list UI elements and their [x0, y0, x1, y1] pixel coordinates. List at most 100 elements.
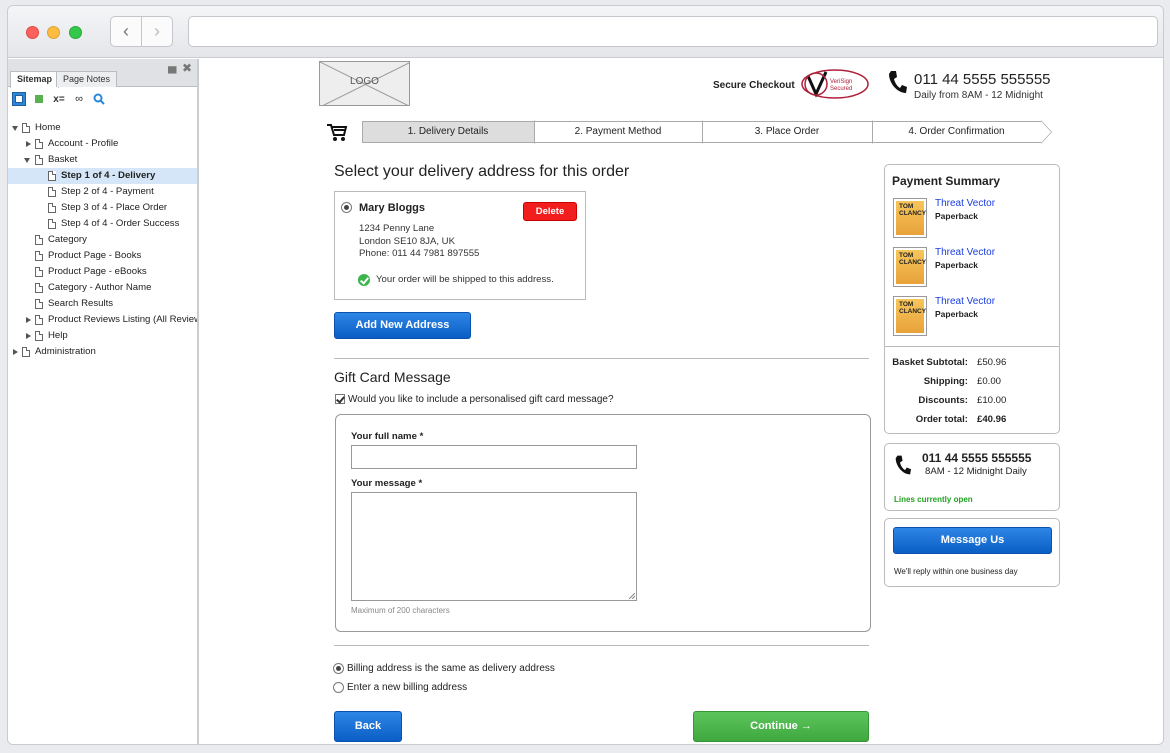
subtotal-value: £50.96: [977, 357, 1007, 368]
phone-icon: [895, 455, 911, 475]
page-icon: [22, 123, 30, 133]
book-title-link[interactable]: Threat Vector: [935, 198, 995, 209]
step-delivery-details[interactable]: 1. Delivery Details: [362, 120, 545, 144]
message-us-button[interactable]: Message Us: [893, 527, 1052, 554]
close-window-button[interactable]: [26, 26, 39, 39]
expand-arrow-icon[interactable]: [26, 333, 31, 339]
add-page-icon[interactable]: [32, 92, 46, 106]
book-format: Paperback: [935, 260, 978, 270]
tree-item-category[interactable]: Category: [8, 232, 197, 248]
billing-new-radio[interactable]: [333, 682, 344, 693]
billing-same-radio[interactable]: [333, 663, 344, 674]
address-radio[interactable]: [341, 202, 352, 213]
book-cover-image: TOM CLANCY: [893, 296, 927, 336]
tree-item-step2-payment[interactable]: Step 2 of 4 - Payment: [8, 184, 197, 200]
gift-message-checkbox-label: Would you like to include a personalised…: [348, 394, 614, 405]
page-icon: [35, 331, 43, 341]
tree-item-help[interactable]: Help: [8, 328, 197, 344]
minimize-window-button[interactable]: [47, 26, 60, 39]
tree-item-product-books[interactable]: Product Page - Books: [8, 248, 197, 264]
tree-item-home[interactable]: Home: [8, 120, 197, 136]
message-panel: Message Us We'll reply within one busine…: [884, 518, 1060, 587]
tree-label: Home: [35, 122, 61, 133]
continue-button[interactable]: Continue →: [693, 711, 869, 742]
discounts-label: Discounts:: [918, 395, 968, 406]
expand-arrow-icon[interactable]: [24, 158, 30, 163]
sidebar-toolbar: x= ∞: [8, 87, 197, 111]
book-format: Paperback: [935, 211, 978, 221]
full-name-input[interactable]: [351, 445, 637, 469]
expand-arrow-icon[interactable]: [26, 141, 31, 147]
book-cover-text: TOM CLANCY: [896, 299, 926, 333]
page-icon: [48, 187, 56, 197]
book-title-link[interactable]: Threat Vector: [935, 247, 995, 258]
tree-label: Step 4 of 4 - Order Success: [61, 218, 180, 229]
pages-view-icon[interactable]: [12, 92, 26, 106]
gift-message-checkbox[interactable]: [335, 394, 345, 404]
tree-item-step1-delivery[interactable]: Step 1 of 4 - Delivery: [8, 168, 197, 184]
tree-item-product-reviews[interactable]: Product Reviews Listing (All Reviews): [8, 312, 197, 328]
step-place-order[interactable]: 3. Place Order: [702, 120, 883, 144]
book-cover-image: TOM CLANCY: [893, 198, 927, 238]
minimize-panel-icon[interactable]: ▄: [168, 59, 177, 73]
close-panel-icon[interactable]: ✖: [182, 61, 192, 75]
expand-arrow-icon[interactable]: [12, 126, 18, 131]
reply-note: We'll reply within one business day: [894, 567, 1018, 576]
search-icon[interactable]: [92, 92, 106, 106]
tree-item-category-author[interactable]: Category - Author Name: [8, 280, 197, 296]
message-textarea[interactable]: [351, 492, 637, 601]
tree-label: Step 3 of 4 - Place Order: [61, 202, 168, 213]
book-cover-text: TOM CLANCY: [896, 250, 926, 284]
step-payment-method[interactable]: 2. Payment Method: [534, 120, 713, 144]
address-line: London SE10 8JA, UK: [359, 236, 456, 247]
step-label: 4. Order Confirmation: [908, 126, 1005, 137]
variables-icon[interactable]: x=: [52, 92, 66, 106]
zoom-window-button[interactable]: [69, 26, 82, 39]
tree-label: Category: [48, 234, 87, 245]
add-new-address-button[interactable]: Add New Address: [334, 312, 471, 339]
tree-item-step3-place-order[interactable]: Step 3 of 4 - Place Order: [8, 200, 197, 216]
tree-item-product-ebooks[interactable]: Product Page - eBooks: [8, 264, 197, 280]
page-icon: [35, 235, 43, 245]
tree-label: Account - Profile: [48, 138, 119, 149]
page-icon: [35, 155, 43, 165]
delivery-heading: Select your delivery address for this or…: [334, 163, 630, 180]
contact-phone: 011 44 5555 555555: [922, 451, 1032, 465]
expand-arrow-icon[interactable]: [13, 349, 18, 355]
step-label: 3. Place Order: [754, 126, 820, 137]
tree-item-search-results[interactable]: Search Results: [8, 296, 197, 312]
logo-text: LOGO: [350, 76, 379, 87]
contact-hours: 8AM - 12 Midnight Daily: [925, 466, 1027, 477]
back-button[interactable]: Back: [334, 711, 402, 742]
tab-sitemap[interactable]: Sitemap: [10, 71, 60, 88]
link-icon[interactable]: ∞: [72, 92, 86, 106]
resize-grip-icon[interactable]: [629, 593, 635, 599]
address-bar[interactable]: [188, 16, 1158, 47]
character-limit-hint: Maximum of 200 characters: [351, 606, 450, 615]
tree-item-administration[interactable]: Administration: [8, 344, 197, 360]
step-order-confirmation[interactable]: 4. Order Confirmation: [872, 120, 1052, 144]
tree-item-basket[interactable]: Basket: [8, 152, 197, 168]
delete-address-button[interactable]: Delete: [523, 202, 577, 221]
tab-page-notes[interactable]: Page Notes: [56, 71, 118, 87]
tree-label: Search Results: [48, 298, 114, 309]
gift-card-form: Your full name * Your message * Maximum …: [335, 414, 871, 632]
full-name-label: Your full name *: [351, 431, 424, 442]
svg-text:VeriSign: VeriSign: [830, 79, 852, 85]
billing-new-label: Enter a new billing address: [347, 682, 468, 693]
tree-item-step4-order-success[interactable]: Step 4 of 4 - Order Success: [8, 216, 197, 232]
divider: [885, 346, 1059, 347]
book-format: Paperback: [935, 309, 978, 319]
forward-nav-button[interactable]: ›: [141, 17, 172, 46]
address-card[interactable]: Mary Bloggs 1234 Penny Lane London SE10 …: [334, 191, 586, 300]
header-phone-number: 011 44 5555 555555: [914, 71, 1051, 88]
order-total-label: Order total:: [915, 414, 968, 425]
message-label: Your message *: [351, 478, 423, 489]
back-nav-button[interactable]: ‹: [111, 17, 141, 46]
gift-card-heading: Gift Card Message: [334, 369, 451, 385]
tree-item-account-profile[interactable]: Account - Profile: [8, 136, 197, 152]
expand-arrow-icon[interactable]: [26, 317, 31, 323]
billing-same-label: Billing address is the same as delivery …: [347, 663, 555, 674]
book-title-link[interactable]: Threat Vector: [935, 296, 995, 307]
shipping-label: Shipping:: [923, 376, 968, 387]
